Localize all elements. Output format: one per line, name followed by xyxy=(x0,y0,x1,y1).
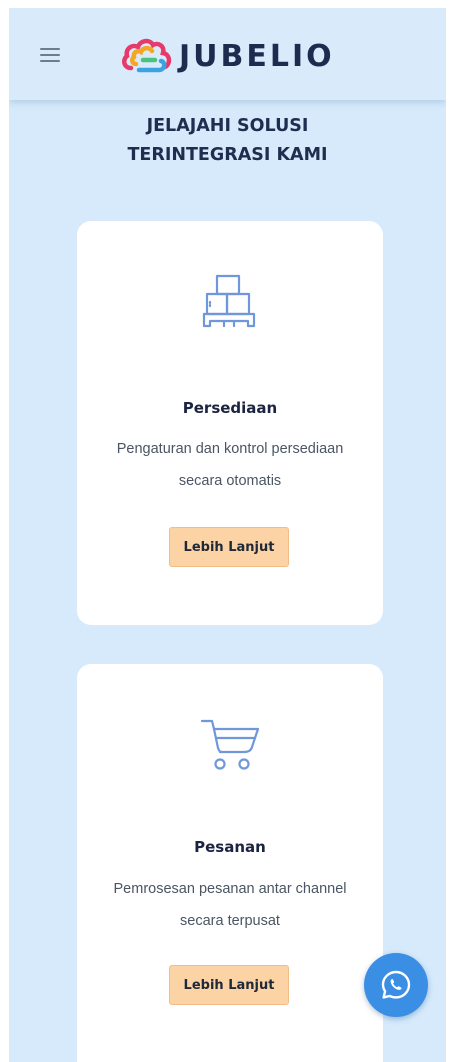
top-navbar: JUBELIO xyxy=(9,8,446,100)
card-description-line-1: Pengaturan dan kontrol persediaan xyxy=(116,441,344,457)
card-description-line-1: Pemrosesan pesanan antar channel xyxy=(113,881,347,897)
brand-name: JUBELIO xyxy=(179,38,335,74)
lebih-lanjut-button[interactable]: Lebih Lanjut xyxy=(169,965,289,1005)
cloud-logo-icon xyxy=(121,38,172,73)
shopping-cart-icon xyxy=(200,719,260,770)
card-description: Pemrosesan pesanan antar channel secara … xyxy=(95,873,365,937)
section-title-line-2: TERINTEGRASI KAMI xyxy=(127,145,328,165)
whatsapp-chat-button[interactable] xyxy=(364,953,428,1017)
hamburger-menu-icon[interactable] xyxy=(40,48,60,62)
solution-card-pesanan: Pesanan Pemrosesan pesanan antar channel… xyxy=(77,664,383,1062)
card-title: Pesanan xyxy=(194,838,266,856)
lebih-lanjut-button[interactable]: Lebih Lanjut xyxy=(169,527,289,567)
card-description: Pengaturan dan kontrol persediaan secara… xyxy=(95,433,365,497)
section-title-line-1: JELAJAHI SOLUSI xyxy=(146,116,309,136)
brand-logo[interactable]: JUBELIO xyxy=(121,34,335,78)
whatsapp-icon xyxy=(381,970,411,999)
inventory-boxes-icon xyxy=(202,274,256,328)
card-description-line-2: secara terpusat xyxy=(180,913,280,929)
card-title: Persediaan xyxy=(182,399,278,417)
solution-card-persediaan: Persediaan Pengaturan dan kontrol persed… xyxy=(77,221,383,625)
card-description-line-2: secara otomatis xyxy=(178,473,282,489)
section-title: JELAJAHI SOLUSI TERINTEGRASI KAMI xyxy=(9,112,446,170)
page-frame: JUBELIO JELAJAHI SOLUSI TERINTEGRASI KAM… xyxy=(9,8,446,1062)
